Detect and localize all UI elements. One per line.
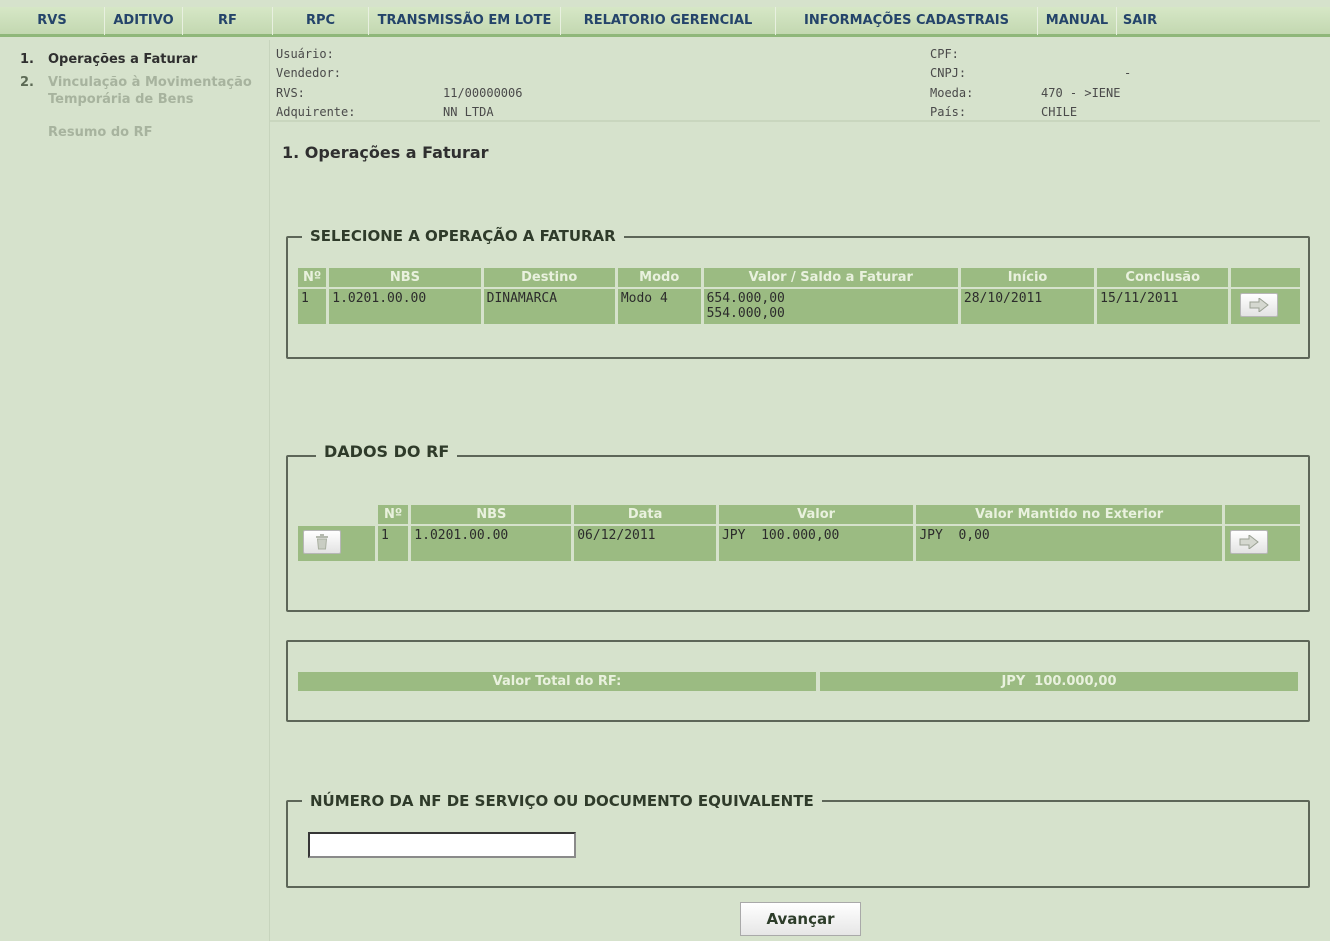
menu-relatorio-gerencial[interactable]: RELATORIO GERENCIAL xyxy=(561,7,776,35)
nf-number-input[interactable] xyxy=(308,832,576,858)
col-header-inicio: Início xyxy=(960,268,1095,287)
col-header-destino: Destino xyxy=(483,268,615,287)
col-header-nbs: NBS xyxy=(329,268,481,287)
nf-legend: NÚMERO DA NF DE SERVIÇO OU DOCUMENTO EQU… xyxy=(302,792,822,810)
col-header-action xyxy=(1231,268,1300,287)
vendedor-label: Vendedor: xyxy=(276,66,342,80)
delete-button[interactable] xyxy=(303,530,341,554)
menu-manual[interactable]: MANUAL xyxy=(1038,7,1117,35)
cell-saldo: 554.000,00 xyxy=(706,306,785,321)
cell-data: 06/12/2011 xyxy=(574,526,716,561)
cell-valor-saldo: 654.000,00 554.000,00 xyxy=(703,289,958,324)
cell-action xyxy=(1225,526,1300,561)
col-header-action xyxy=(1225,505,1300,524)
usuario-label: Usuário: xyxy=(276,47,334,61)
cell-inicio: 28/10/2011 xyxy=(960,289,1095,324)
pais-value: CHILE xyxy=(1041,105,1078,119)
col-header-valor-saldo: Valor / Saldo a Faturar xyxy=(703,268,958,287)
arrow-right-icon xyxy=(1249,296,1270,314)
cell-modo: Modo 4 xyxy=(617,289,701,324)
cell-no: 1 xyxy=(298,289,327,324)
cell-valor: JPY 100.000,00 xyxy=(718,526,914,561)
col-header-no: Nº xyxy=(298,268,327,287)
arrow-right-icon xyxy=(1239,533,1259,551)
table-row: 1 1.0201.00.00 DINAMARCA Modo 4 654.000,… xyxy=(298,289,1300,324)
menu-rpc[interactable]: RPC xyxy=(273,7,369,35)
col-header-no: Nº xyxy=(377,505,409,524)
table-row: 1 1.0201.00.00 06/12/2011 JPY 100.000,00… xyxy=(298,526,1300,561)
adquirente-value: NN LTDA xyxy=(443,105,494,119)
menu-sair[interactable]: SAIR xyxy=(1117,7,1163,35)
avancar-button[interactable]: Avançar xyxy=(740,902,861,936)
cpf-label: CPF: xyxy=(930,47,959,61)
menu-transmissao-em-lote[interactable]: TRANSMISSÃO EM LOTE xyxy=(369,7,561,35)
table-header-row: Nº NBS Destino Modo Valor / Saldo a Fatu… xyxy=(298,268,1300,287)
sidebar-item-number: 1. xyxy=(20,52,34,67)
cell-no: 1 xyxy=(377,526,409,561)
total-label: Valor Total do RF: xyxy=(298,672,816,691)
col-header-delete xyxy=(298,505,375,524)
menu-informacoes-cadastrais[interactable]: INFORMAÇÕES CADASTRAIS xyxy=(776,7,1038,35)
header-divider xyxy=(270,120,1320,122)
menu-rvs[interactable]: RVS xyxy=(0,7,105,35)
operacoes-table: Nº NBS Destino Modo Valor / Saldo a Fatu… xyxy=(295,266,1303,326)
cell-action xyxy=(1231,289,1300,324)
sidebar: 1. Operações a Faturar 2. Vinculação à M… xyxy=(0,40,270,941)
col-header-valor-mantido: Valor Mantido no Exterior xyxy=(916,505,1223,524)
operacoes-legend: SELECIONE A OPERAÇÃO A FATURAR xyxy=(302,227,624,245)
sidebar-item-label: Operações a Faturar xyxy=(48,52,198,67)
col-header-valor: Valor xyxy=(718,505,914,524)
col-header-conclusao: Conclusão xyxy=(1097,268,1229,287)
dados-rf-table: Nº NBS Data Valor Valor Mantido no Exter… xyxy=(295,503,1303,563)
moeda-label: Moeda: xyxy=(930,86,974,100)
select-operation-button[interactable] xyxy=(1240,293,1279,317)
page-title: 1. Operações a Faturar xyxy=(282,143,489,162)
dados-rf-legend: DADOS DO RF xyxy=(316,442,458,461)
cell-nbs: 1.0201.00.00 xyxy=(411,526,572,561)
cell-valor-mantido: JPY 0,00 xyxy=(916,526,1223,561)
sidebar-item-label: Vinculação à Movimentação Temporária de … xyxy=(48,75,252,107)
moeda-value: 470 - >IENE xyxy=(1041,86,1121,100)
rvs-value: 11/00000006 xyxy=(443,86,523,100)
menu-aditivo[interactable]: ADITIVO xyxy=(105,7,183,35)
view-rf-button[interactable] xyxy=(1230,530,1269,554)
sidebar-item-label: Resumo do RF xyxy=(48,125,153,140)
menu-rf[interactable]: RF xyxy=(183,7,273,35)
total-value: JPY 100.000,00 xyxy=(820,672,1298,691)
cnpj-value: - xyxy=(1124,66,1132,80)
rvs-label: RVS: xyxy=(276,86,305,100)
table-header-row: Nº NBS Data Valor Valor Mantido no Exter… xyxy=(298,505,1300,524)
cnpj-label: CNPJ: xyxy=(930,66,967,80)
col-header-nbs: NBS xyxy=(411,505,572,524)
pais-label: País: xyxy=(930,105,967,119)
cell-delete xyxy=(298,526,375,561)
trash-icon xyxy=(316,534,328,550)
top-menu: RVS ADITIVO RF RPC TRANSMISSÃO EM LOTE R… xyxy=(0,7,1330,37)
cell-conclusao: 15/11/2011 xyxy=(1097,289,1229,324)
col-header-data: Data xyxy=(574,505,716,524)
cell-nbs: 1.0201.00.00 xyxy=(329,289,481,324)
adquirente-label: Adquirente: xyxy=(276,105,356,119)
col-header-modo: Modo xyxy=(617,268,701,287)
sidebar-item-number: 2. xyxy=(20,75,34,90)
cell-destino: DINAMARCA xyxy=(483,289,615,324)
cell-valor: 654.000,00 xyxy=(706,291,785,306)
